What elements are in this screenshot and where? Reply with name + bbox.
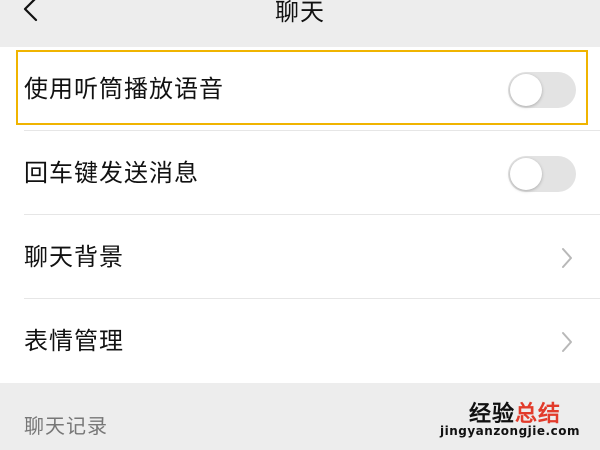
chat-settings-list: 使用听筒播放语音 回车键发送消息 聊天背景 表情管理 (0, 47, 600, 383)
page-title: 聊天 (275, 0, 325, 26)
watermark-logo: 经验总结 jingyanzongjie.com (440, 398, 590, 442)
setting-row-sticker-management[interactable]: 表情管理 (0, 299, 600, 383)
setting-label: 回车键发送消息 (24, 159, 199, 187)
setting-label: 使用听筒播放语音 (24, 75, 224, 103)
watermark-text: 经验总结 (469, 396, 561, 428)
watermark-url: jingyanzongjie.com (440, 424, 580, 438)
setting-label: 表情管理 (24, 327, 124, 355)
top-bar: 聊天 (0, 0, 600, 42)
toggle-knob (510, 158, 542, 190)
setting-row-enter-send[interactable]: 回车键发送消息 (0, 131, 600, 215)
chevron-right-icon (562, 332, 572, 352)
setting-row-earpiece-voice[interactable]: 使用听筒播放语音 (0, 47, 600, 131)
section-title-chat-history: 聊天记录 (24, 414, 108, 438)
enter-send-toggle[interactable] (508, 156, 576, 192)
watermark-main-text: 经验 (469, 401, 516, 427)
setting-row-chat-background[interactable]: 聊天背景 (0, 215, 600, 299)
toggle-knob (510, 74, 542, 106)
watermark-accent-text: 总结 (515, 401, 562, 427)
earpiece-voice-toggle[interactable] (508, 72, 576, 108)
setting-label: 聊天背景 (24, 243, 124, 271)
chevron-right-icon (562, 248, 572, 268)
